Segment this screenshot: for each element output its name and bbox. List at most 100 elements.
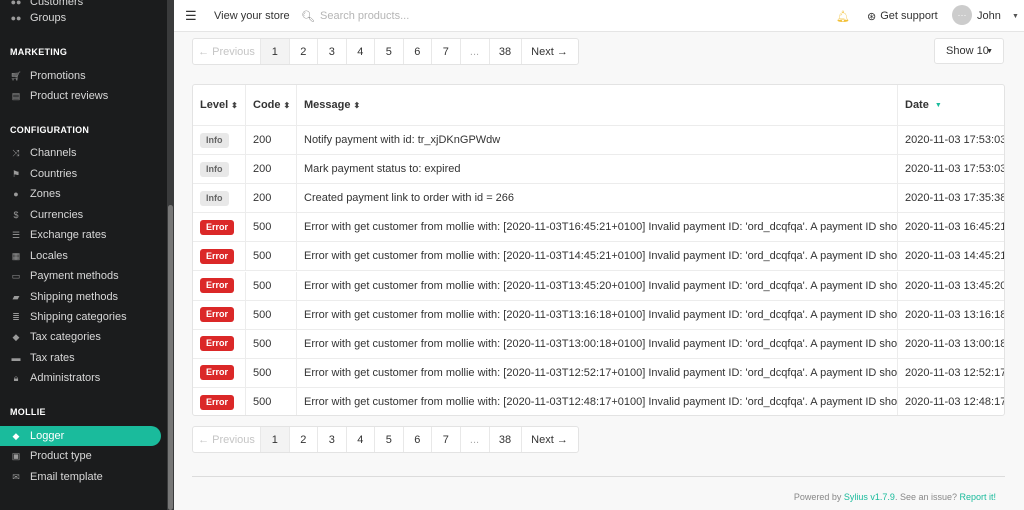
level-badge: Error — [200, 278, 235, 294]
level-badge: Error — [200, 248, 235, 264]
cell-code: 200 — [246, 184, 297, 213]
column-header-message[interactable]: Message ⬍ — [297, 85, 898, 125]
translate-icon: ▦ — [11, 250, 21, 261]
cell-level: Error — [193, 358, 246, 387]
level-badge: Info — [200, 132, 229, 148]
page-button[interactable]: 1 — [261, 39, 290, 64]
sidebar-scrollbar[interactable] — [167, 0, 174, 510]
page-button[interactable]: 3 — [318, 427, 347, 452]
sidebar-item-zones[interactable]: ● Zones — [10, 185, 61, 203]
page-ellipsis: ... — [461, 427, 490, 452]
page-button[interactable]: 7 — [432, 427, 461, 452]
next-page-button[interactable]: Next → — [522, 39, 578, 64]
mail-icon: ✉ — [12, 471, 20, 482]
user-name[interactable]: John — [977, 0, 1001, 32]
page-button[interactable]: 6 — [404, 427, 432, 452]
cell-date: 2020-11-03 14:45:21 — [905, 250, 1004, 263]
cell-code: 500 — [246, 358, 297, 387]
report-issue-link[interactable]: Report it! — [959, 492, 996, 502]
sylius-link[interactable]: Sylius v1.7.9 — [844, 492, 895, 502]
cell-date: 2020-11-03 13:16:18 — [905, 308, 1004, 321]
page-button[interactable]: 2 — [290, 427, 318, 452]
sidebar-item-label: Shipping categories — [30, 311, 127, 323]
search-input[interactable] — [320, 8, 540, 24]
page-button[interactable]: 3 — [318, 39, 347, 64]
show-per-page-dropdown[interactable]: Show 10 ▼ — [934, 38, 1004, 64]
sidebar-item-currencies[interactable]: $ Currencies — [10, 206, 83, 224]
flag-icon: ⚑ — [11, 168, 21, 179]
sidebar-item-label: Email template — [30, 471, 103, 483]
footer: Powered by Sylius v1.7.9. See an issue? … — [794, 492, 996, 502]
bell-icon[interactable]: 🔔︎ — [836, 0, 850, 32]
sidebar-item-product-reviews[interactable]: ▤ Product reviews — [10, 87, 109, 105]
sidebar-item-label: Zones — [30, 188, 61, 200]
cell-date: 2020-11-03 12:48:17 — [905, 396, 1004, 409]
sidebar-item-channels[interactable]: ⤨ Channels — [10, 144, 76, 162]
globe-icon: ● — [13, 189, 19, 199]
users-icon: ●● — [10, 13, 22, 23]
page-ellipsis: ... — [461, 39, 490, 64]
sidebar-item-administrators[interactable]: 🔒︎ Administrators — [10, 369, 101, 387]
view-store-link[interactable]: View your store — [214, 0, 290, 32]
cell-level: Error — [193, 387, 246, 415]
avatar[interactable]: ··· — [952, 5, 972, 25]
sidebar-item-tax-rates[interactable]: ▬ Tax rates — [10, 349, 75, 367]
page-button[interactable]: 4 — [347, 427, 375, 452]
page-button[interactable]: 6 — [404, 39, 432, 64]
lifebuoy-icon: ⊛ — [867, 10, 877, 23]
level-badge: Error — [200, 336, 235, 352]
cell-level: Error — [193, 300, 246, 329]
column-header-level[interactable]: Level ⬍ — [193, 85, 246, 125]
lock-icon: 🔒︎ — [13, 372, 19, 383]
cell-date: 2020-11-03 17:35:38 — [905, 192, 1004, 205]
cell-code: 500 — [246, 387, 297, 415]
previous-page-button[interactable]: ← Previous — [193, 427, 261, 452]
sidebar-item-logger[interactable]: ◆ Logger — [10, 427, 65, 445]
cell-date: 2020-11-03 13:45:20 — [905, 279, 1004, 292]
sidebar-item-payment-methods[interactable]: ▭ Payment methods — [10, 267, 119, 285]
sidebar-item-promotions[interactable]: 🛒︎ Promotions — [10, 67, 85, 85]
page-button[interactable]: 38 — [490, 39, 522, 64]
cell-code: 500 — [246, 242, 297, 271]
sort-icon: ⬍ — [353, 100, 361, 110]
next-page-button[interactable]: Next → — [522, 427, 578, 452]
sidebar-heading-configuration: CONFIGURATION — [10, 125, 90, 135]
sidebar-item-label: Tax rates — [30, 352, 75, 364]
cart-icon: 🛒︎ — [10, 70, 22, 81]
page-button[interactable]: 1 — [261, 427, 290, 452]
page-button[interactable]: 38 — [490, 427, 522, 452]
table-row: Error 500 Error with get customer from mol… — [193, 271, 1004, 301]
sidebar-item-shipping-categories[interactable]: ≣ Shipping categories — [10, 308, 127, 326]
sidebar-item-shipping-methods[interactable]: ▰ Shipping methods — [10, 288, 119, 306]
page-button[interactable]: 5 — [375, 427, 404, 452]
cell-code: 500 — [246, 213, 297, 242]
hamburger-icon[interactable]: ☰ — [185, 0, 197, 32]
sliders-icon: ☰ — [11, 229, 21, 240]
sidebar-scrollbar-thumb[interactable] — [168, 205, 173, 510]
table-row: Info 200 Notify payment with id: tr_xjDKnG… — [193, 126, 1004, 156]
page-button[interactable]: 2 — [290, 39, 318, 64]
sidebar-item-product-type[interactable]: ▣ Product type — [10, 447, 92, 465]
column-header-label: Code — [253, 99, 281, 111]
sidebar-item-email-template[interactable]: ✉ Email template — [10, 468, 103, 486]
page-button[interactable]: 7 — [432, 39, 461, 64]
sidebar-item-locales[interactable]: ▦ Locales — [10, 247, 68, 265]
level-badge: Error — [200, 307, 235, 323]
card-icon: ▭ — [11, 270, 21, 281]
log-table: Level ⬍ Code ⬍ Message ⬍ Date ▼ Info 200 Notif… — [192, 84, 1005, 416]
chevron-down-icon[interactable]: ▼ — [1012, 0, 1019, 32]
sidebar-item-label: Product reviews — [30, 90, 109, 102]
page-button[interactable]: 4 — [347, 39, 375, 64]
sidebar-item-tax-categories[interactable]: ◆ Tax categories — [10, 328, 101, 346]
sidebar-item-exchange-rates[interactable]: ☰ Exchange rates — [10, 226, 106, 244]
sidebar-item-label: Logger — [30, 430, 65, 442]
sidebar-item-countries[interactable]: ⚑ Countries — [10, 165, 77, 183]
previous-page-button[interactable]: ← Previous — [193, 39, 261, 64]
page-button[interactable]: 5 — [375, 39, 404, 64]
column-header-code[interactable]: Code ⬍ — [246, 85, 297, 125]
column-header-date[interactable]: Date ▼ — [898, 85, 1004, 125]
table-row: Error 500 Error with get customer from mol… — [193, 387, 1004, 415]
sidebar-item-groups[interactable]: ●● Groups — [10, 9, 67, 27]
cell-date: 2020-11-03 17:53:03 — [905, 163, 1004, 176]
get-support-link[interactable]: ⊛ Get support — [867, 0, 938, 32]
